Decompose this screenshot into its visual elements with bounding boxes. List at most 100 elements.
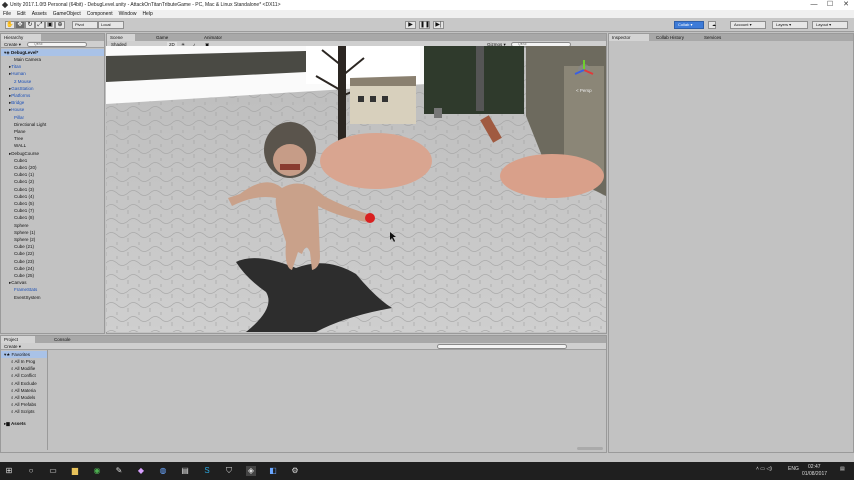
collab-button[interactable]: Collab ▾: [674, 21, 704, 29]
file-explorer-icon[interactable]: ▆: [70, 466, 80, 476]
move-tool-icon[interactable]: ✥: [15, 21, 25, 29]
project-create-button[interactable]: Create ▾: [4, 344, 21, 350]
menu-assets[interactable]: Assets: [29, 10, 50, 17]
hierarchy-search-input[interactable]: Q▾All: [27, 42, 87, 47]
close-button[interactable]: ✕: [838, 0, 854, 10]
hand-tool-icon[interactable]: ✋: [5, 21, 15, 29]
tab-animator[interactable]: Animator: [201, 34, 235, 41]
hierarchy-item[interactable]: Cube1 (2): [1, 178, 104, 185]
hierarchy-item[interactable]: Cube1 (7): [1, 207, 104, 214]
task-view-icon[interactable]: ▭: [48, 466, 58, 476]
hierarchy-item[interactable]: Cube (21): [1, 243, 104, 250]
favorite-item[interactable]: ⌕ All Modifie: [11, 365, 35, 372]
hierarchy-item[interactable]: Pillar: [1, 114, 104, 121]
account-dropdown[interactable]: Account ▾: [730, 21, 766, 29]
hierarchy-item[interactable]: Cube (23): [1, 258, 104, 265]
hierarchy-item[interactable]: FrameStats: [1, 286, 104, 293]
language-indicator[interactable]: ENG: [788, 466, 799, 472]
hierarchy-item[interactable]: Cube1 (5): [1, 200, 104, 207]
cloud-icon[interactable]: ☁: [708, 21, 716, 29]
skype-icon[interactable]: S: [202, 466, 212, 476]
search-icon[interactable]: ○: [26, 466, 36, 476]
tab-hierarchy[interactable]: Hierarchy: [1, 34, 41, 41]
hierarchy-item[interactable]: ▸Bridge: [1, 99, 104, 106]
favorites-header[interactable]: ▾★ Favorites: [1, 351, 47, 358]
notifications-icon[interactable]: ▤: [840, 466, 845, 472]
hierarchy-item[interactable]: Cube (22): [1, 250, 104, 257]
hierarchy-item[interactable]: 2 Mouse: [1, 78, 104, 85]
minimize-button[interactable]: —: [806, 0, 822, 10]
maximize-button[interactable]: ☐: [822, 0, 838, 10]
favorite-item[interactable]: ⌕ All Materia: [11, 387, 36, 394]
scale-tool-icon[interactable]: ⤢: [35, 21, 45, 29]
favorite-item[interactable]: ⌕ All Scripts: [11, 408, 35, 415]
hierarchy-item[interactable]: Cube (24): [1, 265, 104, 272]
transform-tool-icon[interactable]: ⊕: [55, 21, 65, 29]
hierarchy-item[interactable]: ▸DebugCourse: [1, 150, 104, 157]
tab-project[interactable]: Project: [1, 336, 35, 343]
windows-start-icon[interactable]: ⊞: [4, 466, 14, 476]
scene-root-row[interactable]: ▾◈ DebugLevel*: [1, 49, 104, 56]
menu-gameobject[interactable]: GameObject: [50, 10, 84, 17]
hierarchy-item[interactable]: Cube1 (1): [1, 171, 104, 178]
step-button[interactable]: ▶|: [433, 21, 444, 29]
paint-icon[interactable]: ✎: [114, 466, 124, 476]
settings-icon[interactable]: ⚙: [290, 466, 300, 476]
hierarchy-item[interactable]: Cube1 (20): [1, 164, 104, 171]
tab-services[interactable]: Services: [701, 34, 731, 41]
play-button[interactable]: ▶: [405, 21, 416, 29]
hierarchy-item[interactable]: ▸Human: [1, 70, 104, 77]
local-toggle[interactable]: Local: [98, 21, 124, 29]
blender-icon[interactable]: ◍: [158, 466, 168, 476]
tab-collab-history[interactable]: Collab History: [653, 34, 699, 41]
unity-taskbar-icon[interactable]: ◈: [246, 466, 256, 476]
persp-label[interactable]: < Persp: [576, 88, 592, 93]
hierarchy-item[interactable]: ▸House: [1, 106, 104, 113]
tab-scene[interactable]: Scene: [107, 34, 135, 41]
terminal-icon[interactable]: ▤: [180, 466, 190, 476]
hierarchy-item[interactable]: EventSystem: [1, 294, 104, 301]
assets-folder-row[interactable]: ▸▆ Assets: [4, 420, 26, 427]
hierarchy-item[interactable]: Cube1: [1, 157, 104, 164]
hierarchy-item[interactable]: ▸GasStation: [1, 85, 104, 92]
rect-tool-icon[interactable]: ▣: [45, 21, 55, 29]
layers-dropdown[interactable]: Layers ▾: [772, 21, 808, 29]
scene-viewport[interactable]: < Persp: [106, 46, 606, 332]
tab-inspector[interactable]: Inspector: [609, 34, 649, 41]
hierarchy-item[interactable]: WALL: [1, 142, 104, 149]
hierarchy-item[interactable]: Sphere: [1, 222, 104, 229]
pause-button[interactable]: ❚❚: [419, 21, 430, 29]
vs-icon[interactable]: ◧: [268, 466, 278, 476]
clock-time[interactable]: 02:47: [808, 464, 821, 470]
menu-window[interactable]: Window: [116, 10, 140, 17]
tab-console[interactable]: Console: [51, 336, 81, 343]
hierarchy-item[interactable]: Cube1 (3): [1, 186, 104, 193]
menu-edit[interactable]: Edit: [14, 10, 29, 17]
hierarchy-item[interactable]: Main Camera: [1, 56, 104, 63]
chrome-icon[interactable]: ◉: [92, 466, 102, 476]
favorite-item[interactable]: ⌕ All Exclude: [11, 380, 37, 387]
layout-dropdown[interactable]: Layout ▾: [812, 21, 848, 29]
rotate-tool-icon[interactable]: ↻: [25, 21, 35, 29]
favorite-item[interactable]: ⌕ All Prefabs: [11, 401, 36, 408]
app-icon[interactable]: ◆: [136, 466, 146, 476]
hierarchy-item[interactable]: Cube1 (4): [1, 193, 104, 200]
shield-icon[interactable]: ⛉: [224, 466, 234, 476]
hierarchy-item[interactable]: Sphere (2): [1, 236, 104, 243]
favorite-item[interactable]: ⌕ All In Prog: [11, 358, 35, 365]
hierarchy-item[interactable]: Tree: [1, 135, 104, 142]
icon-size-slider[interactable]: [577, 447, 603, 450]
clock-date[interactable]: 01/08/2017: [802, 471, 827, 477]
hierarchy-item[interactable]: Sphere (1): [1, 229, 104, 236]
menu-file[interactable]: File: [0, 10, 14, 17]
hierarchy-item[interactable]: Cube1 (8): [1, 214, 104, 221]
project-search-input[interactable]: [437, 344, 567, 349]
pivot-toggle[interactable]: Pivot: [72, 21, 98, 29]
hierarchy-item[interactable]: ▸Titan: [1, 63, 104, 70]
menu-component[interactable]: Component: [84, 10, 116, 17]
hierarchy-item[interactable]: Directional Light: [1, 121, 104, 128]
hierarchy-item[interactable]: Plane: [1, 128, 104, 135]
tray-icons[interactable]: ˄ ▭ ◁): [756, 466, 772, 472]
tab-game[interactable]: Game: [153, 34, 181, 41]
hierarchy-item[interactable]: Cube (25): [1, 272, 104, 279]
